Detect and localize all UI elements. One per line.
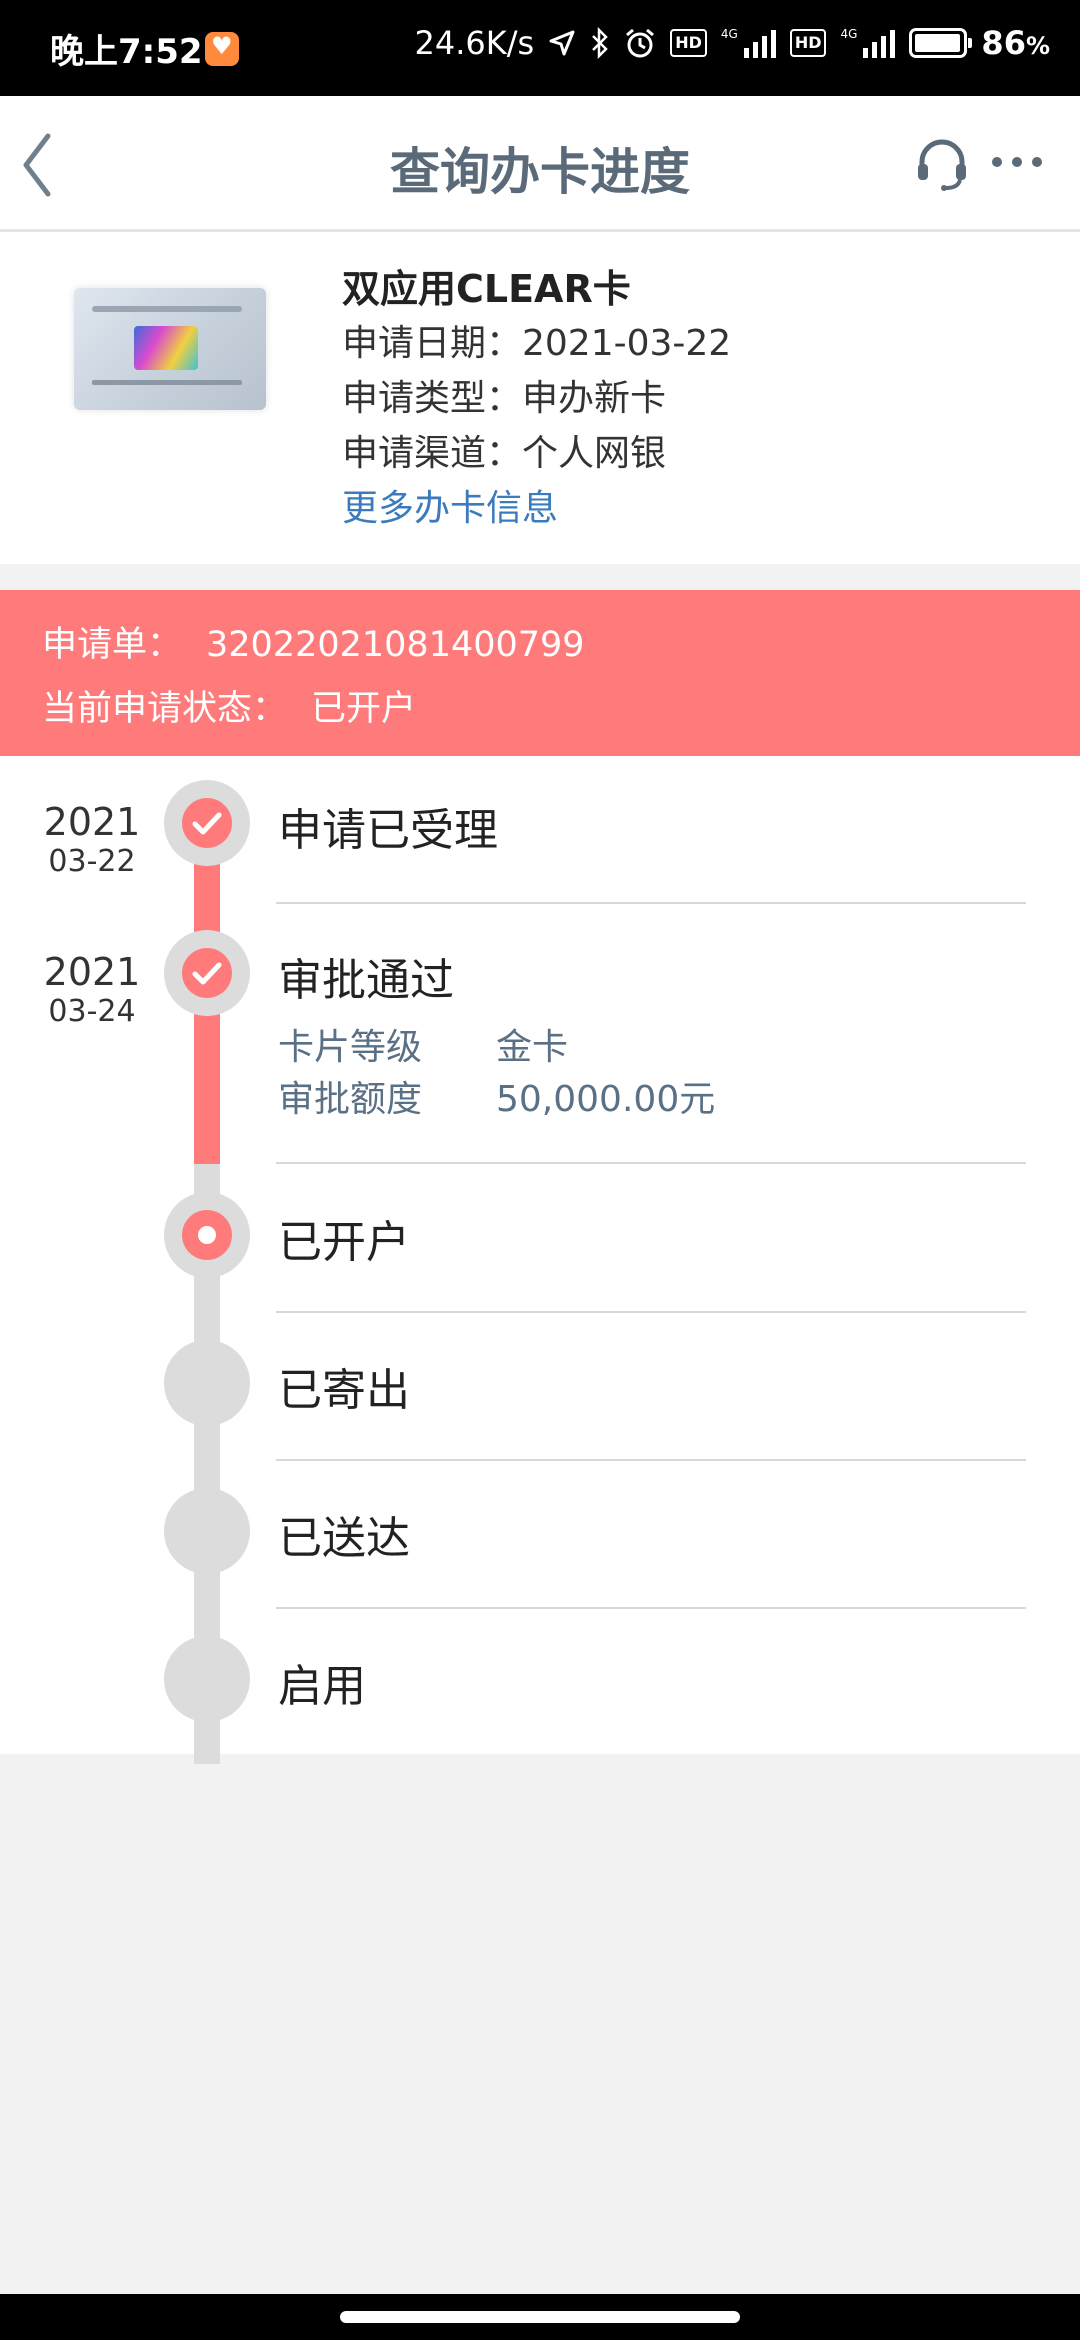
- check-icon: [192, 962, 222, 985]
- divider: [276, 1607, 1026, 1609]
- detail-card-level: 卡片等级 金卡: [278, 1027, 569, 1068]
- step-date: 2021 03-22: [43, 800, 141, 879]
- alarm-icon: [626, 28, 655, 58]
- step-date: 2021 03-24: [43, 950, 141, 1029]
- order-label: 申请单：: [42, 625, 183, 665]
- health-app-icon: [205, 32, 239, 66]
- status-bar: 晚上7:52 24.6K/s HD 4G HD 4G 86%: [0, 0, 1080, 96]
- card-details: 双应用CLEAR卡 申请日期：2021-03-22 申请类型：申办新卡 申请渠道…: [342, 262, 731, 537]
- step-pending-node: [164, 1340, 250, 1426]
- apply-channel: 申请渠道：个人网银: [342, 433, 667, 474]
- divider: [276, 1459, 1026, 1461]
- step-current-node: [164, 1192, 250, 1278]
- step-title: 已寄出: [278, 1365, 410, 1416]
- card-info-panel: 双应用CLEAR卡 申请日期：2021-03-22 申请类型：申办新卡 申请渠道…: [0, 232, 1080, 564]
- step-title: 已送达: [278, 1513, 410, 1564]
- current-status-row: 当前申请状态： 已开户: [42, 680, 416, 731]
- battery-percent: 86%: [981, 24, 1050, 62]
- home-indicator[interactable]: [340, 2311, 740, 2323]
- step-title: 已开户: [278, 1217, 410, 1268]
- step-title: 启用: [278, 1661, 366, 1712]
- bluetooth-icon: [592, 27, 608, 59]
- order-number: 32022021081400799: [206, 625, 585, 665]
- nav-bar: 查询办卡进度: [0, 96, 1080, 232]
- step-done-node: [164, 930, 250, 1016]
- headset-icon[interactable]: [914, 136, 970, 192]
- step-pending-node: [164, 1636, 250, 1722]
- step-title: 审批通过: [278, 955, 454, 1006]
- detail-credit-limit: 审批额度 50,000.00元: [278, 1079, 716, 1120]
- more-dots-icon[interactable]: [990, 152, 1044, 172]
- status-right: 24.6K/s HD 4G HD 4G 86%: [415, 24, 1050, 62]
- apply-date: 申请日期：2021-03-22: [342, 323, 732, 364]
- step-done-node: [164, 780, 250, 866]
- divider: [276, 902, 1026, 904]
- progress-timeline: 2021 03-22 申请已受理 2021 03-24 审批通过 卡片等级 金卡 …: [0, 756, 1080, 1764]
- card-name: 双应用CLEAR卡: [342, 267, 631, 311]
- sim1-signal-icon: 4G: [721, 28, 776, 58]
- battery-icon: [909, 28, 973, 58]
- sim2-signal-icon: 4G: [840, 28, 896, 58]
- status-time: 晚上7:52: [50, 32, 203, 72]
- step-title: 申请已受理: [278, 805, 498, 856]
- net-speed: 24.6K/s: [414, 24, 535, 62]
- apply-type: 申请类型：申办新卡: [342, 378, 667, 419]
- application-status-banner: 申请单： 32022021081400799 当前申请状态： 已开户: [0, 590, 1080, 756]
- check-icon: [192, 812, 222, 835]
- sim2-hd-badge: HD: [789, 29, 827, 57]
- divider: [276, 1162, 1026, 1164]
- more-card-info-link[interactable]: 更多办卡信息: [342, 481, 731, 537]
- divider: [276, 1311, 1026, 1313]
- timeline-track-done: [194, 990, 220, 1164]
- sim1-hd-badge: HD: [670, 29, 707, 57]
- credit-card-image: [74, 288, 266, 410]
- status-label: 当前申请状态：: [42, 689, 288, 729]
- order-number-row: 申请单： 32022021081400799: [42, 616, 585, 667]
- location-icon: [549, 30, 575, 56]
- status-value: 已开户: [311, 689, 417, 729]
- step-pending-node: [164, 1488, 250, 1574]
- gesture-bar: [0, 2294, 1080, 2340]
